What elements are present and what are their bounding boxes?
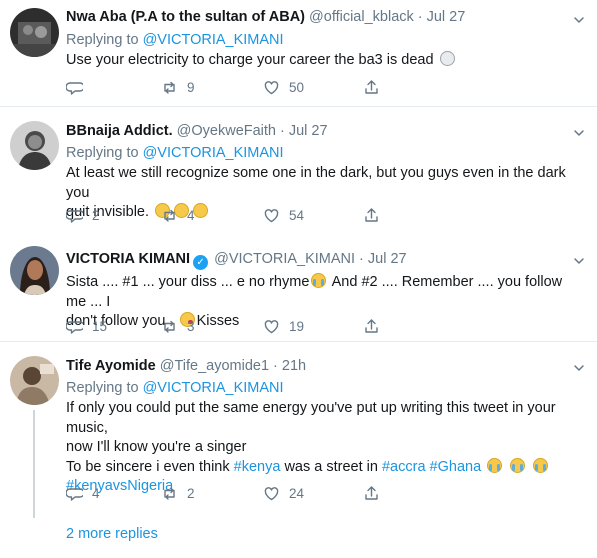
avatar[interactable] [10,121,59,170]
like-button[interactable]: 24 [263,483,304,503]
reply-button[interactable]: 4 [66,483,100,503]
reply-button[interactable]: 15 [66,316,107,336]
like-button[interactable]: 54 [263,205,304,225]
share-button[interactable] [363,205,380,225]
tweet-text-line: was a street in [284,458,378,475]
replying-to-label: Replying to [66,380,139,396]
display-name[interactable]: VICTORIA KIMANI [66,251,190,267]
tweet-1[interactable]: Nwa Aba (P.A to the sultan of ABA) @offi… [0,0,597,107]
avatar[interactable] [10,356,59,405]
laughing-tears-emoji [487,457,503,473]
retweet-button[interactable]: 2 [161,483,195,503]
display-name[interactable]: Nwa Aba (P.A to the sultan of ABA) [66,9,305,25]
reply-icon [66,320,83,334]
retweet-button[interactable]: 9 [161,77,195,97]
retweet-icon [164,209,175,222]
user-handle[interactable]: @official_kblack [309,9,414,25]
replying-to-mention[interactable]: @VICTORIA_KIMANI [143,380,284,396]
share-icon [365,485,378,500]
tweet-text-line: now I'll know you're a singer [66,439,247,455]
replying-to-mention[interactable]: @VICTORIA_KIMANI [143,32,284,48]
reply-icon [66,487,83,501]
tweet-date[interactable]: Jul 27 [289,123,328,139]
heart-icon [264,208,279,222]
chevron-down-icon[interactable] [573,255,585,267]
retweet-icon [164,81,175,94]
reply-icon [66,209,83,223]
tweet-date[interactable]: Jul 27 [368,251,407,267]
reply-icon [66,81,83,95]
avatar[interactable] [10,8,59,57]
user-handle[interactable]: @OyekweFaith [177,123,276,139]
laughing-tears-emoji [510,457,526,473]
tweet-text-line: To be sincere i even think [66,458,230,475]
chevron-down-icon[interactable] [573,14,585,26]
tweet-text: Use your electricity to charge your care… [66,52,434,68]
separator-dot: · [273,358,278,374]
skull-emoji [439,51,455,66]
chevron-down-icon[interactable] [573,362,585,374]
replying-to-label: Replying to [66,32,139,48]
tweet-date[interactable]: 21h [282,358,306,374]
separator-dot: · [359,251,364,267]
retweet-button[interactable]: 3 [161,316,195,336]
like-button[interactable]: 50 [263,77,304,97]
hashtag-link[interactable]: #accra [382,459,426,475]
share-icon [365,318,378,333]
thread-line [33,410,35,518]
hashtag-link[interactable]: #Ghana [430,459,482,475]
avatar[interactable] [10,246,59,295]
retweet-icon [164,487,175,500]
tweet-3[interactable]: VICTORIA KIMANI ✓ @VICTORIA_KIMANI · Jul 27… [0,231,597,342]
tweet-2[interactable]: BBnaija Addict. @OyekweFaith · Jul 27 Repl… [0,107,597,231]
tweet-text-line: If only you could put the same energy yo… [66,400,556,436]
heart-icon [264,486,279,500]
separator-dot: · [280,123,285,139]
laughing-tears-emoji [533,457,549,473]
heart-icon [264,80,279,94]
share-icon [365,207,378,222]
replying-to-label: Replying to [66,145,139,161]
display-name[interactable]: Tife Ayomide [66,358,156,374]
separator-dot: · [417,9,423,25]
more-replies-link[interactable]: 2 more replies [66,526,158,542]
verified-badge-icon: ✓ [193,255,209,270]
like-button[interactable]: 19 [263,316,304,336]
tweet-date[interactable]: Jul 27 [427,9,466,25]
share-button[interactable] [363,483,380,503]
retweet-button[interactable]: 4 [161,205,195,225]
hashtag-link[interactable]: #kenya [234,459,281,475]
share-icon [365,79,378,94]
user-handle[interactable]: @Tife_ayomide1 [160,358,269,374]
tweet-text-line: At least we still recognize some one in … [66,165,566,201]
chevron-down-icon[interactable] [573,127,585,139]
tweet-text-line: Sista .... #1 ... your diss ... e no rhy… [66,274,310,290]
share-button[interactable] [363,316,380,336]
laughing-tears-emoji [311,273,327,288]
heart-icon [264,319,279,333]
share-button[interactable] [363,77,380,97]
replying-to-mention[interactable]: @VICTORIA_KIMANI [143,145,284,161]
display-name[interactable]: BBnaija Addict. [66,123,173,139]
reply-button[interactable]: 2 [66,205,100,225]
reply-button[interactable] [66,77,92,97]
retweet-icon [164,320,175,333]
user-handle[interactable]: @VICTORIA_KIMANI [214,251,355,267]
